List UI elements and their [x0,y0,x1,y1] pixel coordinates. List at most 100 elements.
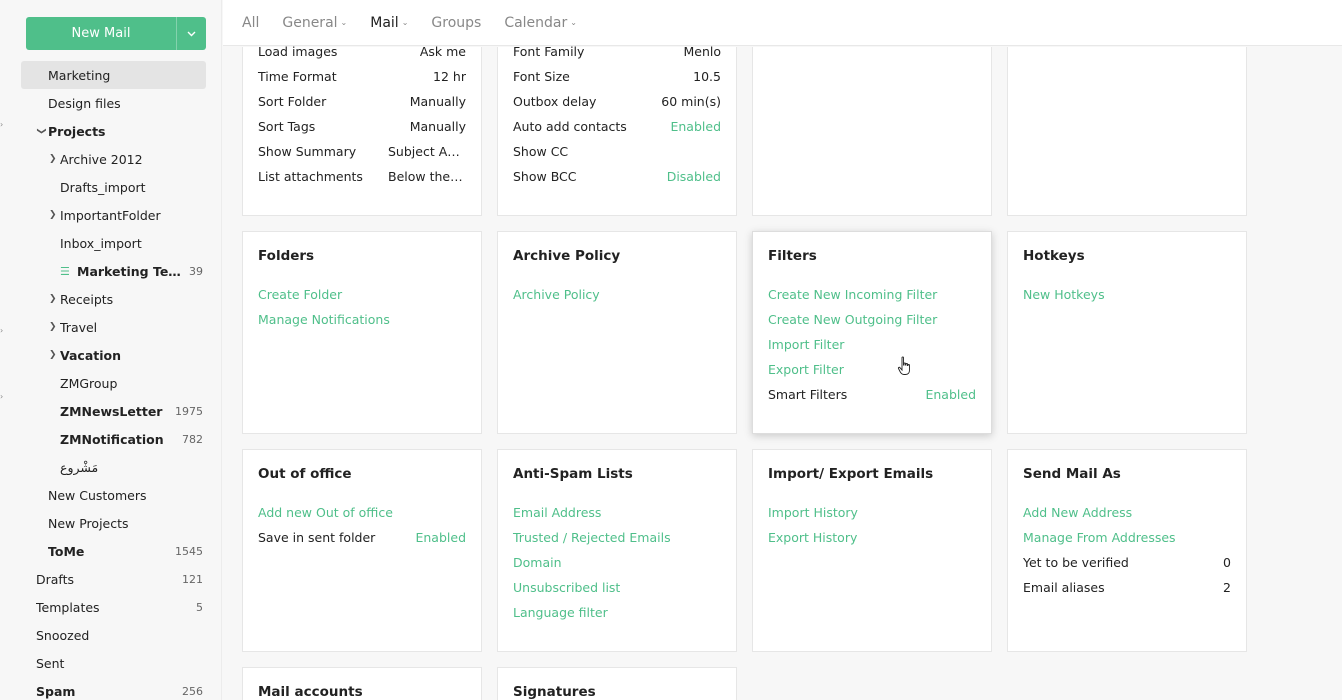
folder-label: New Customers [48,487,147,503]
folder-travel[interactable]: ❯ Travel [21,313,206,341]
folder-marketing-team[interactable]: ☰ Marketing Team 39 [21,257,206,285]
manage-notifications-link[interactable]: Manage Notifications [258,307,390,332]
anti-spam-card: Anti-Spam Lists Email Address Trusted / … [497,449,737,652]
add-out-of-office-link[interactable]: Add new Out of office [258,500,393,525]
export-history-link[interactable]: Export History [768,525,857,550]
folder-sent[interactable]: Sent [21,649,206,677]
folder-label: Archive 2012 [60,151,143,167]
import-history-link[interactable]: Import History [768,500,858,525]
tab-all[interactable]: All [242,15,259,31]
manage-from-addresses-link[interactable]: Manage From Addresses [1023,525,1176,550]
folder-zmnotification[interactable]: ZMNotification 782 [21,425,206,453]
setting-value: 2 [1223,580,1231,595]
create-folder-link[interactable]: Create Folder [258,282,342,307]
folder-marketing[interactable]: Marketing [21,61,206,89]
caret-right-icon[interactable]: ❯ [49,322,57,332]
setting-row[interactable]: Load images Ask me [258,39,466,64]
setting-row[interactable]: Time Format 12 hr [258,64,466,89]
setting-key: Yet to be verified [1023,555,1129,570]
tab-general[interactable]: General ⌄ [282,15,347,31]
folder-new-customers[interactable]: New Customers [21,481,206,509]
setting-row[interactable]: Outbox delay 60 min(s) [513,89,721,114]
setting-row[interactable]: Sort Tags Manually [258,114,466,139]
folder-arabic-project[interactable]: مَشْروع [21,453,206,481]
folder-templates[interactable]: Templates 5 [21,593,206,621]
unsubscribed-list-link[interactable]: Unsubscribed list [513,575,620,600]
folder-zmgroup[interactable]: ZMGroup [21,369,206,397]
folder-snoozed[interactable]: Snoozed [21,621,206,649]
setting-row[interactable]: Show Summary Subject And Summary [258,139,466,164]
create-outgoing-filter-link[interactable]: Create New Outgoing Filter [768,307,937,332]
tab-label: Mail [370,14,399,31]
setting-value: Manually [409,119,466,134]
folder-receipts[interactable]: ❯ Receipts [21,285,206,313]
setting-value: 10.5 [693,69,721,84]
folder-tome[interactable]: ToMe 1545 [21,537,206,565]
tab-mail[interactable]: Mail ⌄ [370,15,408,31]
setting-row[interactable]: Font Family Menlo [513,39,721,64]
folder-design-files[interactable]: Design files [21,89,206,117]
setting-row[interactable]: Font Size 10.5 [513,64,721,89]
folder-projects[interactable]: ❯ Projects [21,117,206,145]
folder-importantfolder[interactable]: ❯ ImportantFolder [21,201,206,229]
setting-key: Smart Filters [768,387,848,402]
unread-count: 1545 [175,544,203,558]
setting-row[interactable]: List attachments Below the Email [258,164,466,189]
folder-drafts-import[interactable]: Drafts_import [21,173,206,201]
caret-down-icon[interactable]: ❯ [36,127,46,135]
setting-value: Subject And Summary [388,144,466,159]
folder-inbox-import[interactable]: Inbox_import [21,229,206,257]
smart-filters-row[interactable]: Smart Filters Enabled [768,382,976,407]
folder-tree: Marketing Design files ❯ Projects ❯ Arch… [21,61,206,700]
create-incoming-filter-link[interactable]: Create New Incoming Filter [768,282,937,307]
compose-settings-card: Font Family Menlo Font Size 10.5 Outbox de… [497,44,737,216]
folders-card: Folders Create Folder Manage Notificatio… [242,231,482,434]
folder-spam[interactable]: Spam 256 [21,677,206,700]
chevron-down-icon: ⌄ [401,18,409,27]
setting-key: Show BCC [513,169,577,184]
unread-count: 1975 [175,404,203,418]
save-in-sent-folder-row[interactable]: Save in sent folder Enabled [258,525,466,550]
caret-right-icon[interactable]: ❯ [49,294,57,304]
settings-card-empty [1007,47,1247,216]
tab-label: Calendar [504,14,568,31]
setting-row[interactable]: Show CC [513,139,721,164]
add-new-address-link[interactable]: Add New Address [1023,500,1132,525]
folder-archive-2012[interactable]: ❯ Archive 2012 [21,145,206,173]
folder-new-projects[interactable]: New Projects [21,509,206,537]
tab-calendar[interactable]: Calendar ⌄ [504,15,577,31]
setting-key: Save in sent folder [258,530,376,545]
setting-key: Show CC [513,144,569,159]
folder-vacation[interactable]: ❯ Vacation [21,341,206,369]
setting-row[interactable]: Show BCC Disabled [513,164,721,189]
setting-value: 12 hr [433,69,466,84]
setting-key: Sort Folder [258,94,327,109]
new-mail-dropdown-button[interactable] [176,17,206,50]
setting-row[interactable]: Sort Folder Manually [258,89,466,114]
import-filter-link[interactable]: Import Filter [768,332,844,357]
email-address-link[interactable]: Email Address [513,500,601,525]
setting-key: Show Summary [258,144,357,159]
caret-right-icon[interactable]: ❯ [49,350,57,360]
export-filter-link[interactable]: Export Filter [768,357,844,382]
folder-label: Vacation [60,347,122,363]
new-mail-button[interactable]: New Mail [26,17,176,50]
archive-policy-card: Archive Policy Archive Policy [497,231,737,434]
archive-policy-link[interactable]: Archive Policy [513,282,600,307]
folder-zmnewsletter[interactable]: ZMNewsLetter 1975 [21,397,206,425]
card-title: Folders [258,248,315,264]
unread-count: 5 [196,600,203,614]
setting-row[interactable]: Auto add contacts Enabled [513,114,721,139]
domain-link[interactable]: Domain [513,550,562,575]
new-hotkeys-link[interactable]: New Hotkeys [1023,282,1105,307]
trusted-rejected-link[interactable]: Trusted / Rejected Emails [513,525,671,550]
caret-right-icon[interactable]: ❯ [49,154,57,164]
folder-label: ZMGroup [60,375,118,391]
folder-drafts[interactable]: Drafts 121 [21,565,206,593]
caret-right-icon[interactable]: ❯ [49,210,57,220]
tab-groups[interactable]: Groups [431,15,481,31]
new-mail-label: New Mail [71,26,131,41]
setting-key: List attachments [258,169,363,184]
hand-pointer-icon [897,356,910,375]
language-filter-link[interactable]: Language filter [513,600,608,625]
